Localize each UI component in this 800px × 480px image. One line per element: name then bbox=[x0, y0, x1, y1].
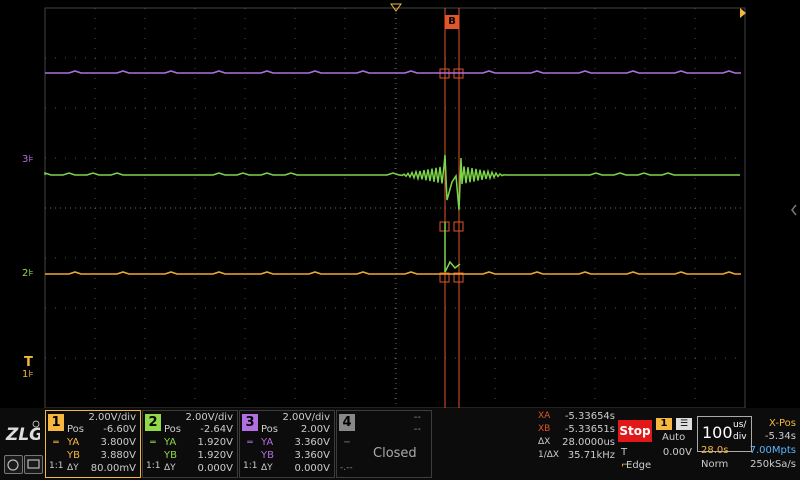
channel-2-panel[interactable]: 2 2.00V/div Pos -2.64V ═ YA 1.920V YB 1.… bbox=[142, 410, 238, 478]
channel-2-pos-label: Pos bbox=[164, 424, 182, 435]
timebase-value: 100 bbox=[702, 423, 733, 442]
cursor-b-label[interactable]: B bbox=[445, 15, 459, 29]
channel-4-symbol: -.-- bbox=[340, 463, 353, 473]
cursor-dx-label: ΔX bbox=[538, 437, 551, 447]
cursor-xb: -5.33651s bbox=[564, 424, 615, 435]
zlg-logo-icon: ZLG bbox=[5, 420, 40, 445]
channel-1-marker[interactable]: 1⊧ bbox=[22, 369, 34, 380]
trigger-source[interactable]: 1 bbox=[656, 418, 672, 430]
cursor-xb-label: XB bbox=[538, 424, 551, 434]
sample-rate: 250kSa/s bbox=[750, 459, 796, 470]
channel-2-trace bbox=[44, 154, 740, 211]
channel-2-coupling-icon: ═ bbox=[150, 438, 156, 448]
record-time: 28.0s bbox=[701, 445, 729, 456]
trigger-t-label: T bbox=[621, 447, 628, 458]
timebase-unit-bottom: div bbox=[733, 432, 747, 442]
run-stop-button[interactable]: Stop bbox=[618, 420, 652, 442]
channel-4-number: 4 bbox=[339, 414, 355, 431]
channel-3-coupling-icon: ═ bbox=[247, 438, 253, 448]
channel-2-number: 2 bbox=[145, 414, 161, 431]
channel-2-probe-ratio: 1:1 bbox=[146, 461, 161, 471]
channel-3-panel[interactable]: 3 2.00V/div Pos 2.00V ═ YA 3.360V YB 3.3… bbox=[239, 410, 335, 478]
channel-2-marker[interactable]: 2⊧ bbox=[22, 268, 34, 279]
channel-1-ya-label: YA bbox=[67, 437, 80, 448]
acquisition-mode[interactable]: Norm bbox=[701, 459, 728, 470]
channel-4-pos: -- bbox=[413, 424, 421, 435]
channel-3-number: 3 bbox=[242, 414, 258, 431]
channel-1-dy-label: ΔY bbox=[67, 463, 79, 473]
trigger-level-marker[interactable]: T bbox=[24, 355, 33, 370]
channel-3-yb-label: YB bbox=[261, 450, 274, 461]
channel-2-pos: -2.64V bbox=[200, 424, 233, 435]
channel-4-coupling-icon: ─ bbox=[344, 438, 350, 448]
cursor-inv-label: 1/ΔX bbox=[538, 450, 560, 460]
channel-1-dy: 80.00mV bbox=[90, 463, 136, 474]
channel-1-trace bbox=[45, 271, 741, 275]
channel-2-yb: 1.920V bbox=[197, 450, 233, 461]
channel-1-probe-ratio: 1:1 bbox=[49, 461, 64, 471]
screenshot-icon[interactable] bbox=[24, 455, 43, 474]
channel-4-panel[interactable]: 4 -- -- ─ Closed -.-- bbox=[336, 410, 432, 478]
channel-1-coupling-icon: ═ bbox=[53, 438, 59, 448]
channel-3-dy: 0.000V bbox=[294, 463, 330, 474]
channel-1-panel[interactable]: 1 2.00V/div Pos -6.60V ═ YA 3.800V YB 3.… bbox=[45, 410, 141, 478]
channel-1-yb: 3.880V bbox=[100, 450, 136, 461]
channel-2-ya-label: YA bbox=[164, 437, 177, 448]
trigger-mode[interactable]: Auto bbox=[662, 432, 685, 443]
waveform-graticule bbox=[44, 3, 797, 408]
memory-depth: 7.00Mpts bbox=[749, 445, 796, 456]
channel-1-pos-label: Pos bbox=[67, 424, 85, 435]
trigger-type[interactable]: Edge bbox=[626, 460, 651, 471]
measure-icon[interactable] bbox=[4, 455, 23, 474]
waveform-display[interactable]: 3⊧ 2⊧ T 1⊧ B bbox=[0, 0, 800, 408]
channel-4-scale: -- bbox=[413, 412, 421, 423]
timebase-unit-top: us/ bbox=[733, 420, 747, 430]
channel-2-dy: 0.000V bbox=[197, 463, 233, 474]
channel-1-pos: -6.60V bbox=[103, 424, 136, 435]
trigger-level[interactable]: 0.00V bbox=[650, 447, 692, 458]
channel-3-pos: 2.00V bbox=[300, 424, 330, 435]
channel-2-ya: 1.920V bbox=[197, 437, 233, 448]
channel-2-scale: 2.00V/div bbox=[185, 412, 233, 423]
side-menu-handle-icon bbox=[791, 204, 797, 216]
trigger-coupling-icon: ☰ bbox=[676, 418, 692, 430]
channel-3-pos-label: Pos bbox=[261, 424, 279, 435]
channel-1-yb-label: YB bbox=[67, 450, 80, 461]
channel-4-status: Closed bbox=[373, 446, 417, 461]
channel-3-dy-label: ΔY bbox=[261, 463, 273, 473]
cursor-dx: 28.0000us bbox=[562, 437, 615, 448]
cursor-inv: 35.71kHz bbox=[567, 450, 615, 461]
svg-text:ZLG: ZLG bbox=[5, 425, 40, 445]
channel-2-dy-label: ΔY bbox=[164, 463, 176, 473]
channel-2-yb-label: YB bbox=[164, 450, 177, 461]
channel-2-edge bbox=[444, 222, 461, 273]
channel-3-ya-label: YA bbox=[261, 437, 274, 448]
channel-3-scale: 2.00V/div bbox=[282, 412, 330, 423]
xpos-value[interactable]: -5.34s bbox=[765, 431, 796, 442]
channel-1-number: 1 bbox=[48, 414, 64, 431]
cursor-xa-label: XA bbox=[538, 411, 551, 421]
channel-3-probe-ratio: 1:1 bbox=[243, 461, 258, 471]
channel-3-ya: 3.360V bbox=[294, 437, 330, 448]
channel-1-ya: 3.800V bbox=[100, 437, 136, 448]
status-bar: ZLG 1 2.00V/div Pos -6.60V ═ YA 3.800V Y… bbox=[0, 408, 800, 480]
cursor-readout[interactable]: XA -5.33654s XB -5.33651s ΔX 28.0000us 1… bbox=[535, 410, 617, 478]
channel-3-yb: 3.360V bbox=[294, 450, 330, 461]
channel-1-scale: 2.00V/div bbox=[88, 412, 136, 423]
channel-3-trace bbox=[45, 70, 741, 74]
channel-3-marker[interactable]: 3⊧ bbox=[22, 154, 34, 165]
xpos-label: X-Pos bbox=[769, 418, 796, 429]
cursor-xa: -5.33654s bbox=[564, 411, 615, 422]
